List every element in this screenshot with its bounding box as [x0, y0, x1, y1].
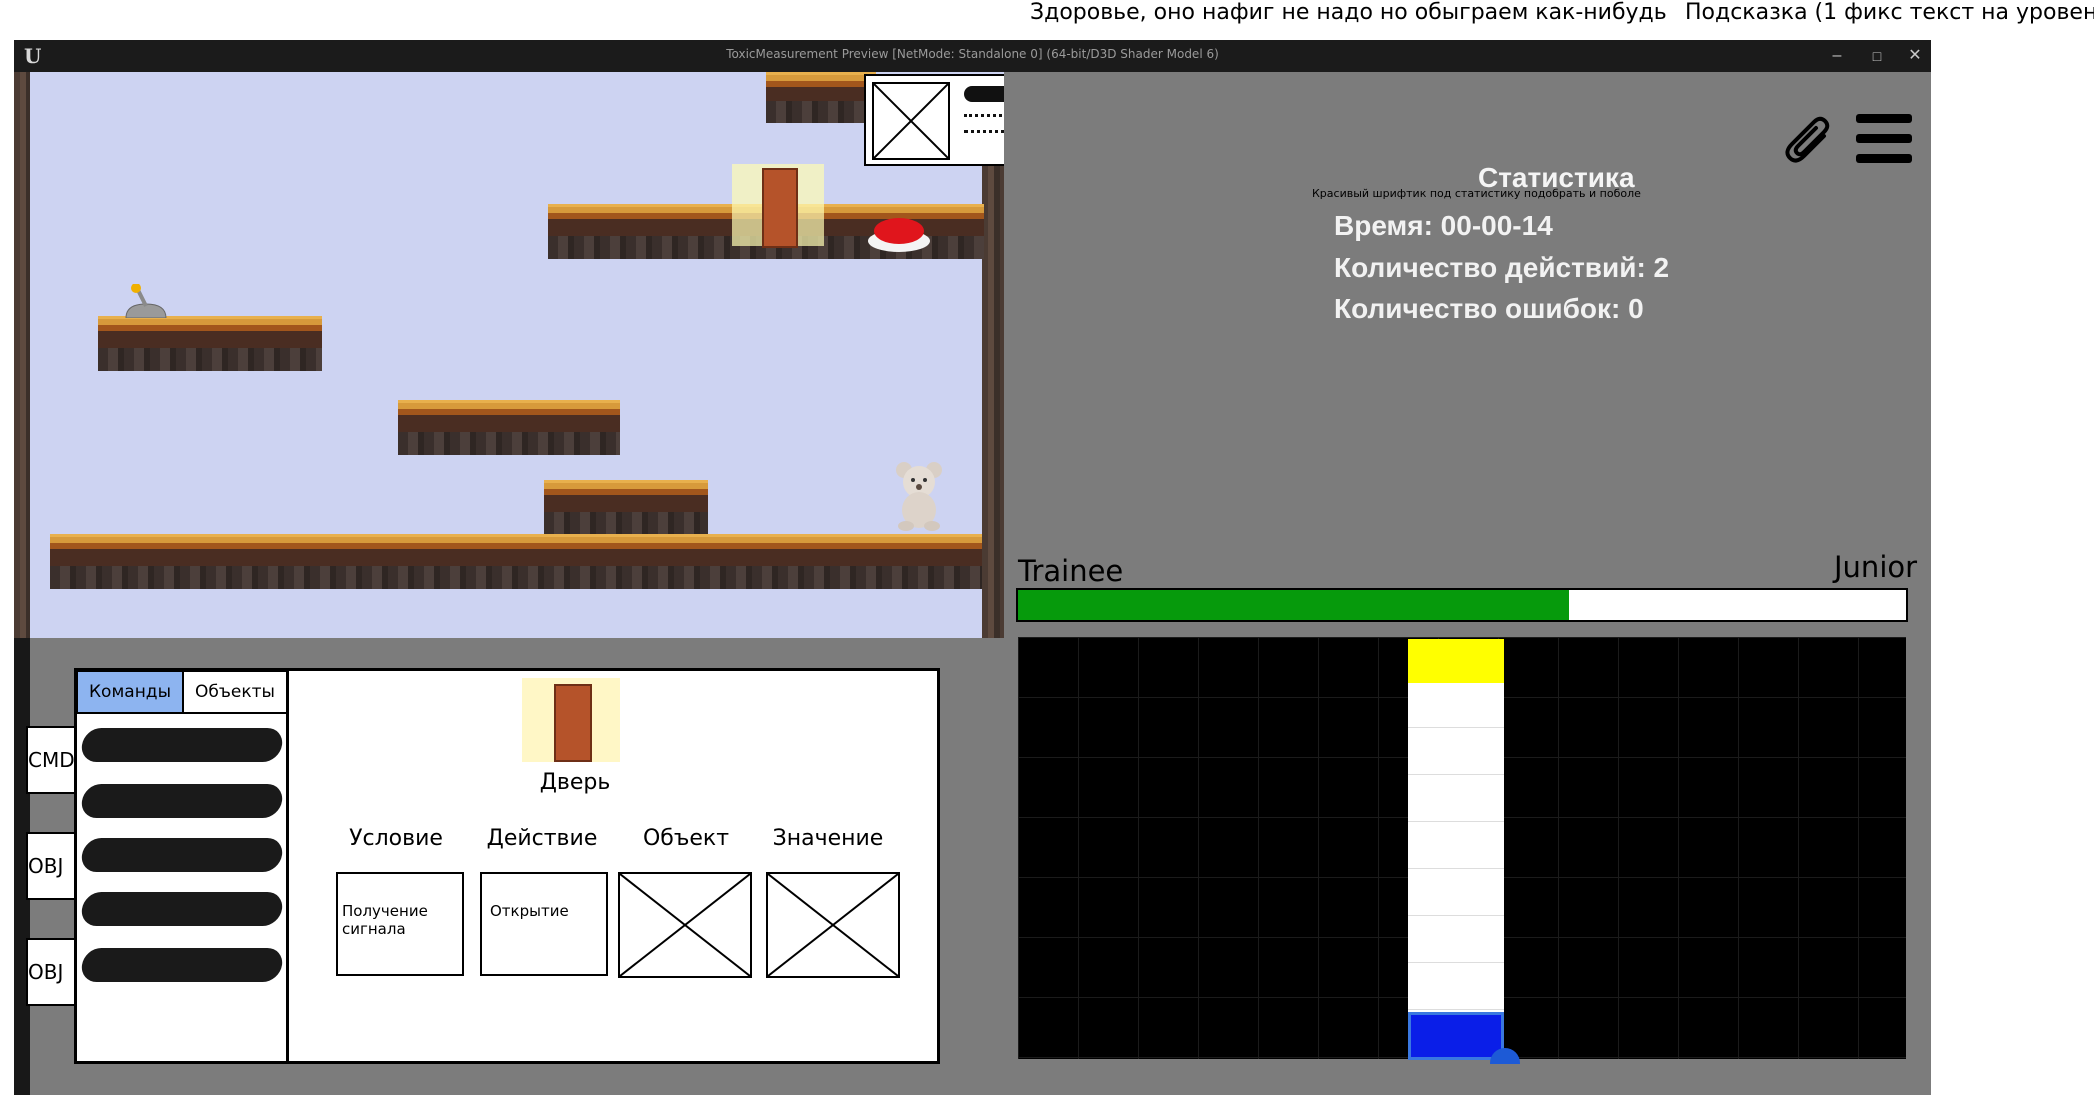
column-header-value: Значение — [772, 826, 884, 851]
hamburger-menu-icon[interactable] — [1856, 114, 1912, 164]
red-button-icon — [874, 218, 924, 244]
platform-ground — [50, 534, 982, 589]
command-item[interactable] — [79, 784, 285, 818]
side-button-obj[interactable]: OBJ — [26, 832, 76, 900]
platform-step — [544, 480, 708, 535]
game-viewport[interactable] — [30, 72, 1020, 638]
level-progress-fill — [1018, 590, 1569, 620]
side-button-obj[interactable]: OBJ — [26, 938, 76, 1006]
paperclip-icon[interactable] — [1784, 110, 1836, 170]
rule-condition-cell[interactable]: Получение сигнала — [336, 872, 464, 976]
hint-card[interactable] — [864, 74, 1020, 166]
title-bar: U ToxicMeasurement Preview [NetMode: Sta… — [14, 40, 1931, 72]
stats-font-note: Красивый шрифтик под статистику подобрат… — [1312, 187, 1641, 200]
command-item[interactable] — [79, 728, 285, 762]
rule-object-placeholder-icon[interactable] — [618, 872, 752, 978]
column-player-marker[interactable] — [1408, 1012, 1504, 1060]
maximize-button[interactable]: □ — [1864, 45, 1890, 67]
measurement-column — [1408, 639, 1504, 1060]
level-current: Trainee — [1018, 554, 1124, 588]
rule-action-cell[interactable]: Открытие — [480, 872, 608, 976]
command-item[interactable] — [79, 948, 285, 982]
tab-commands[interactable]: Команды — [76, 670, 184, 714]
platform-middle — [398, 400, 620, 455]
command-item[interactable] — [79, 838, 285, 872]
side-button-cmd[interactable]: CMD — [26, 726, 76, 794]
teddy-bear-icon[interactable] — [892, 460, 946, 532]
health-annotation: Здоровье, оно нафиг не надо но обыграем … — [1030, 0, 1667, 25]
platform-lever — [98, 316, 322, 371]
door-icon — [762, 168, 798, 248]
column-header-action: Действие — [486, 826, 598, 851]
level-next: Junior — [1834, 550, 1918, 584]
command-item[interactable] — [79, 892, 285, 926]
column-header-object: Объект — [642, 826, 730, 851]
minimize-button[interactable]: – — [1824, 45, 1850, 67]
door-icon — [554, 684, 592, 762]
object-name: Дверь — [539, 770, 611, 795]
column-top-segment — [1408, 639, 1504, 683]
stats-actions: Количество действий: 2 — [1334, 252, 1670, 283]
column-header-condition: Условие — [349, 826, 443, 851]
tab-objects[interactable]: Объекты — [182, 670, 288, 714]
platform-top — [766, 72, 876, 123]
stats-errors: Количество ошибок: 0 — [1334, 293, 1644, 324]
object-door-preview — [522, 678, 620, 762]
red-button-base[interactable] — [868, 218, 930, 252]
hint-image-placeholder-icon — [872, 82, 950, 160]
close-button[interactable]: ✕ — [1902, 45, 1928, 67]
rule-value-placeholder-icon[interactable] — [766, 872, 900, 978]
stats-time: Время: 00-00-14 — [1334, 210, 1553, 241]
lever-icon[interactable] — [124, 283, 168, 319]
window-title: ToxicMeasurement Preview [NetMode: Stand… — [726, 47, 1219, 61]
level-progress-bar — [1016, 588, 1908, 622]
door-highlight[interactable] — [732, 164, 824, 248]
hint-annotation: Подсказка (1 фикс текст на уровень) — [1685, 0, 2094, 25]
